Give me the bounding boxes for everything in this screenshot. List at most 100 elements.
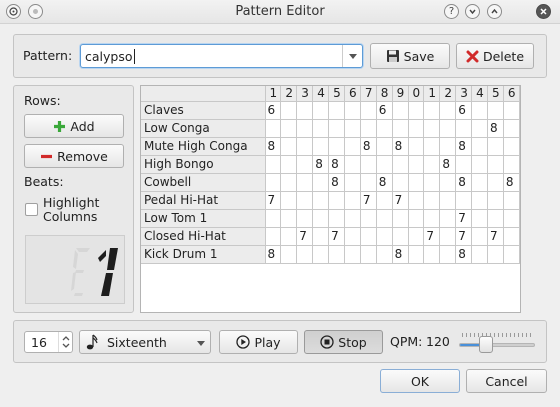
grid-cell[interactable] <box>296 208 314 228</box>
grid-cell[interactable] <box>502 208 520 228</box>
grid-cell[interactable] <box>502 226 520 246</box>
grid-cell[interactable] <box>296 154 314 174</box>
grid-cell[interactable] <box>280 118 298 138</box>
grid-cell[interactable] <box>455 190 473 210</box>
grid-cell[interactable] <box>328 136 345 156</box>
grid-cell[interactable]: 8 <box>486 118 504 138</box>
grid-cell[interactable] <box>343 190 361 210</box>
grid-cell[interactable] <box>439 118 457 138</box>
row-header[interactable]: Kick Drum 1 <box>141 244 266 264</box>
grid-cell[interactable] <box>407 100 425 120</box>
grid-cell[interactable] <box>407 190 425 210</box>
grid-cell[interactable]: 8 <box>439 154 457 174</box>
grid-cell[interactable] <box>439 244 457 264</box>
grid-cell[interactable] <box>343 118 361 138</box>
note-value-select[interactable]: Sixteenth <box>79 330 211 354</box>
grid-cell[interactable] <box>391 208 409 228</box>
grid-cell[interactable] <box>280 208 298 228</box>
grid-cell[interactable]: 8 <box>375 172 393 192</box>
grid-cell[interactable]: 8 <box>264 136 282 156</box>
grid-cell[interactable]: 7 <box>486 226 504 246</box>
grid-cell[interactable] <box>407 208 425 228</box>
grid-cell[interactable] <box>328 118 345 138</box>
grid-cell[interactable]: 8 <box>391 244 409 264</box>
beats-count-spinbox[interactable]: 16 <box>24 331 73 353</box>
grid-cell[interactable] <box>471 172 488 192</box>
grid-cell[interactable] <box>455 154 473 174</box>
grid-cell[interactable] <box>375 226 393 246</box>
column-header[interactable]: 1 <box>264 86 282 102</box>
spin-arrows[interactable] <box>58 332 72 352</box>
grid-cell[interactable] <box>328 244 345 264</box>
grid-cell[interactable] <box>486 244 504 264</box>
row-header[interactable]: Closed Hi-Hat <box>141 226 266 246</box>
grid-cell[interactable] <box>264 118 282 138</box>
grid-cell[interactable] <box>439 136 457 156</box>
stop-button[interactable]: Stop <box>304 330 383 354</box>
grid-cell[interactable] <box>486 154 504 174</box>
grid-cell[interactable] <box>391 118 409 138</box>
grid-cell[interactable] <box>359 154 377 174</box>
grid-cell[interactable] <box>343 100 361 120</box>
grid-cell[interactable]: 8 <box>455 172 473 192</box>
grid-cell[interactable] <box>471 136 488 156</box>
column-header[interactable]: 0 <box>407 86 425 102</box>
grid-cell[interactable] <box>359 208 377 228</box>
grid-cell[interactable] <box>439 100 457 120</box>
grid-cell[interactable] <box>423 244 441 264</box>
grid-cell[interactable] <box>343 136 361 156</box>
grid-cell[interactable] <box>375 154 393 174</box>
column-header[interactable]: 1 <box>423 86 441 102</box>
pattern-dropdown-button[interactable] <box>342 45 362 67</box>
column-header[interactable]: 6 <box>343 86 361 102</box>
save-button[interactable]: Save <box>370 43 450 69</box>
grid-cell[interactable] <box>423 118 441 138</box>
column-header[interactable]: 2 <box>439 86 457 102</box>
grid-cell[interactable] <box>312 190 330 210</box>
column-header[interactable]: 3 <box>455 86 473 102</box>
grid-cell[interactable]: 6 <box>375 100 393 120</box>
grid-cell[interactable] <box>280 100 298 120</box>
column-header[interactable]: 4 <box>312 86 330 102</box>
grid-cell[interactable]: 8 <box>264 244 282 264</box>
grid-cell[interactable] <box>375 208 393 228</box>
cancel-button[interactable]: Cancel <box>466 369 547 393</box>
column-header[interactable]: 5 <box>328 86 345 102</box>
play-button[interactable]: Play <box>219 330 298 354</box>
add-row-button[interactable]: Add <box>24 114 124 138</box>
grid-cell[interactable] <box>471 154 488 174</box>
minimize-icon[interactable] <box>465 4 480 19</box>
grid-cell[interactable] <box>296 100 314 120</box>
column-header[interactable]: 7 <box>359 86 377 102</box>
grid-cell[interactable] <box>407 226 425 246</box>
ok-button[interactable]: OK <box>380 369 460 393</box>
close-icon[interactable] <box>536 4 551 19</box>
grid-cell[interactable] <box>359 244 377 264</box>
grid-cell[interactable] <box>296 118 314 138</box>
grid-cell[interactable] <box>471 244 488 264</box>
grid-cell[interactable] <box>312 100 330 120</box>
grid-cell[interactable] <box>296 244 314 264</box>
grid-cell[interactable] <box>423 136 441 156</box>
column-header[interactable]: 5 <box>486 86 504 102</box>
row-header[interactable]: Cowbell <box>141 172 266 192</box>
grid-cell[interactable]: 8 <box>359 136 377 156</box>
pattern-input[interactable]: calypso <box>85 49 133 64</box>
grid-cell[interactable] <box>359 118 377 138</box>
grid-cell[interactable] <box>439 226 457 246</box>
grid-cell[interactable] <box>391 100 409 120</box>
grid-cell[interactable] <box>439 208 457 228</box>
grid-cell[interactable] <box>375 136 393 156</box>
grid-cell[interactable] <box>343 154 361 174</box>
grid-cell[interactable] <box>296 190 314 210</box>
grid-cell[interactable] <box>312 226 330 246</box>
grid-cell[interactable] <box>502 136 520 156</box>
row-header[interactable]: Low Tom 1 <box>141 208 266 228</box>
grid-cell[interactable] <box>471 226 488 246</box>
grid-cell[interactable] <box>439 172 457 192</box>
grid-cell[interactable] <box>502 244 520 264</box>
grid-cell[interactable] <box>407 244 425 264</box>
grid-cell[interactable] <box>359 100 377 120</box>
column-header[interactable]: 6 <box>502 86 520 102</box>
column-header[interactable]: 8 <box>375 86 393 102</box>
